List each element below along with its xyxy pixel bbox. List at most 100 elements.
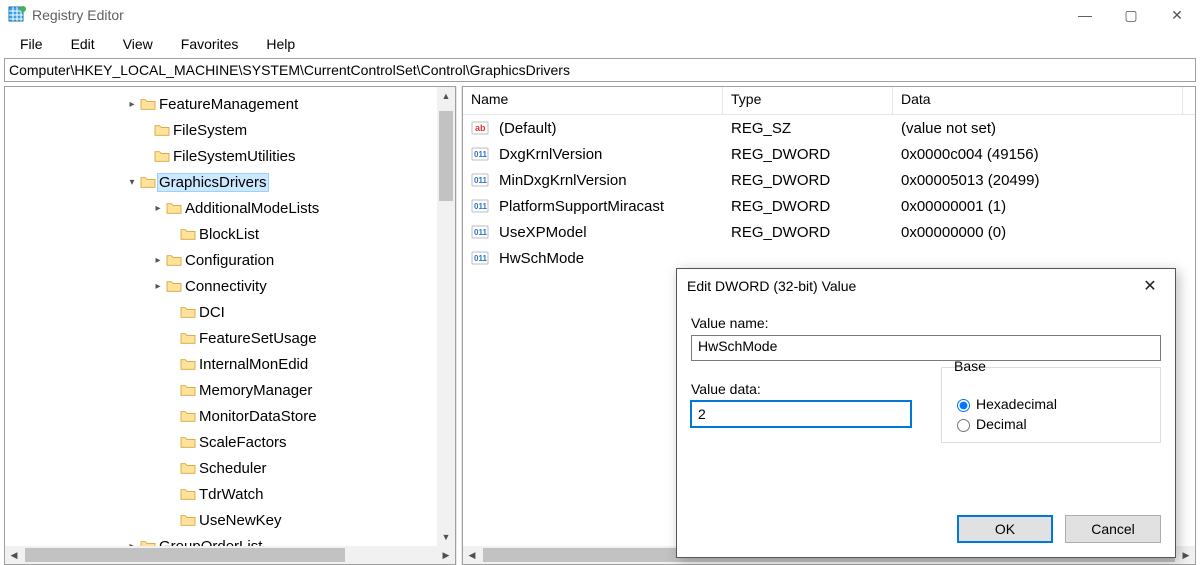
- folder-icon: [179, 513, 197, 527]
- value-data-cell: 0x00000000 (0): [893, 224, 1183, 241]
- chevron-right-icon[interactable]: ▸: [151, 203, 165, 214]
- menu-bar: FileEditViewFavoritesHelp: [0, 30, 1200, 58]
- scroll-left-icon[interactable]: ◀: [463, 546, 481, 564]
- scroll-left-icon[interactable]: ◀: [5, 546, 23, 564]
- tree-node[interactable]: ▸ Connectivity: [5, 273, 455, 299]
- folder-icon: [179, 409, 197, 423]
- tree-node-label: BlockList: [197, 225, 261, 244]
- folder-icon: [179, 383, 197, 397]
- tree-node-label: UseNewKey: [197, 511, 284, 530]
- folder-icon: [179, 487, 197, 501]
- value-name-cell: DxgKrnlVersion: [491, 146, 723, 163]
- value-name-cell: UseXPModel: [491, 224, 723, 241]
- folder-icon: [165, 201, 183, 215]
- scroll-down-icon[interactable]: ▼: [437, 528, 455, 546]
- scroll-right-icon[interactable]: ▶: [1177, 546, 1195, 564]
- ok-button[interactable]: OK: [957, 515, 1053, 543]
- value-data-input[interactable]: [691, 401, 911, 427]
- value-type-cell: REG_SZ: [723, 120, 893, 137]
- tree-node[interactable]: Scheduler: [5, 455, 455, 481]
- tree-node[interactable]: ScaleFactors: [5, 429, 455, 455]
- list-row[interactable]: UseXPModelREG_DWORD0x00000000 (0): [463, 219, 1195, 245]
- tree-node-label: FileSystemUtilities: [171, 147, 298, 166]
- list-header[interactable]: NameTypeData: [463, 87, 1195, 115]
- chevron-right-icon[interactable]: ▸: [125, 99, 139, 110]
- tree-node[interactable]: ▸ FeatureManagement: [5, 91, 455, 117]
- chevron-down-icon[interactable]: ▾: [125, 177, 139, 188]
- tree-node[interactable]: TdrWatch: [5, 481, 455, 507]
- tree-node-label: Scheduler: [197, 459, 269, 478]
- tree-vertical-scrollbar[interactable]: ▲ ▼: [437, 87, 455, 546]
- tree-node[interactable]: UseNewKey: [5, 507, 455, 533]
- title-bar: Registry Editor — ▢ ✕: [0, 0, 1200, 30]
- tree-node[interactable]: FileSystemUtilities: [5, 143, 455, 169]
- tree-node[interactable]: ▾GraphicsDrivers: [5, 169, 455, 195]
- tree-node-label: Configuration: [183, 251, 276, 270]
- cancel-button[interactable]: Cancel: [1065, 515, 1161, 543]
- tree-node[interactable]: FileSystem: [5, 117, 455, 143]
- tree-node[interactable]: BlockList: [5, 221, 455, 247]
- tree-node[interactable]: MemoryManager: [5, 377, 455, 403]
- tree-horizontal-scrollbar[interactable]: ◀ ▶: [5, 546, 455, 564]
- folder-icon: [139, 97, 157, 111]
- radio-decimal[interactable]: Decimal: [952, 416, 1150, 432]
- list-row[interactable]: PlatformSupportMiracastREG_DWORD0x000000…: [463, 193, 1195, 219]
- radio-dec-input[interactable]: [957, 419, 970, 432]
- chevron-right-icon[interactable]: ▸: [151, 281, 165, 292]
- address-text: Computer\HKEY_LOCAL_MACHINE\SYSTEM\Curre…: [9, 62, 570, 78]
- minimize-button[interactable]: —: [1062, 0, 1108, 30]
- tree-node-label: Connectivity: [183, 277, 269, 296]
- folder-icon: [165, 279, 183, 293]
- tree-node-label: FeatureManagement: [157, 95, 300, 114]
- tree-node[interactable]: DCI: [5, 299, 455, 325]
- value-name-cell: PlatformSupportMiracast: [491, 198, 723, 215]
- scroll-right-icon[interactable]: ▶: [437, 546, 455, 564]
- list-row[interactable]: DxgKrnlVersionREG_DWORD0x0000c004 (49156…: [463, 141, 1195, 167]
- tree-node-label: ScaleFactors: [197, 433, 289, 452]
- column-header[interactable]: Data: [893, 87, 1183, 114]
- tree-node[interactable]: InternalMonEdid: [5, 351, 455, 377]
- folder-icon: [139, 175, 157, 189]
- tree-node[interactable]: FeatureSetUsage: [5, 325, 455, 351]
- address-bar[interactable]: Computer\HKEY_LOCAL_MACHINE\SYSTEM\Curre…: [4, 58, 1196, 82]
- window-title: Registry Editor: [32, 7, 1062, 23]
- dword-value-icon: [471, 197, 489, 215]
- folder-icon: [179, 357, 197, 371]
- dialog-title: Edit DWORD (32-bit) Value: [687, 278, 1135, 294]
- menu-item-help[interactable]: Help: [254, 34, 307, 54]
- tree-pane[interactable]: ▸ FeatureManagement FileSystem FileSystemUt…: [4, 86, 456, 565]
- menu-item-file[interactable]: File: [8, 34, 55, 54]
- radio-hex-input[interactable]: [957, 399, 970, 412]
- menu-item-edit[interactable]: Edit: [59, 34, 107, 54]
- string-value-icon: [471, 119, 489, 137]
- value-name-label: Value name:: [691, 315, 1161, 331]
- dword-value-icon: [471, 145, 489, 163]
- scroll-up-icon[interactable]: ▲: [437, 87, 455, 105]
- edit-dword-dialog: Edit DWORD (32-bit) Value ✕ Value name: …: [676, 268, 1176, 558]
- folder-icon: [179, 227, 197, 241]
- tree-node[interactable]: MonitorDataStore: [5, 403, 455, 429]
- dialog-close-button[interactable]: ✕: [1135, 276, 1165, 296]
- value-data-cell: 0x00000001 (1): [893, 198, 1183, 215]
- app-icon: [8, 6, 26, 24]
- value-type-cell: REG_DWORD: [723, 146, 893, 163]
- menu-item-view[interactable]: View: [111, 34, 165, 54]
- value-name-cell: MinDxgKrnlVersion: [491, 172, 723, 189]
- chevron-right-icon[interactable]: ▸: [151, 255, 165, 266]
- folder-icon: [179, 305, 197, 319]
- radio-hexadecimal[interactable]: Hexadecimal: [952, 396, 1150, 412]
- dialog-title-bar[interactable]: Edit DWORD (32-bit) Value ✕: [677, 269, 1175, 303]
- list-row[interactable]: MinDxgKrnlVersionREG_DWORD0x00005013 (20…: [463, 167, 1195, 193]
- close-button[interactable]: ✕: [1154, 0, 1200, 30]
- tree-node[interactable]: ▸ Configuration: [5, 247, 455, 273]
- column-header[interactable]: Name: [463, 87, 723, 114]
- list-row[interactable]: (Default)REG_SZ(value not set): [463, 115, 1195, 141]
- value-type-cell: REG_DWORD: [723, 224, 893, 241]
- maximize-button[interactable]: ▢: [1108, 0, 1154, 30]
- menu-item-favorites[interactable]: Favorites: [169, 34, 251, 54]
- column-header[interactable]: Type: [723, 87, 893, 114]
- value-name-field[interactable]: HwSchMode: [691, 335, 1161, 361]
- tree-node[interactable]: ▸AdditionalModeLists: [5, 195, 455, 221]
- folder-icon: [179, 331, 197, 345]
- dword-value-icon: [471, 171, 489, 189]
